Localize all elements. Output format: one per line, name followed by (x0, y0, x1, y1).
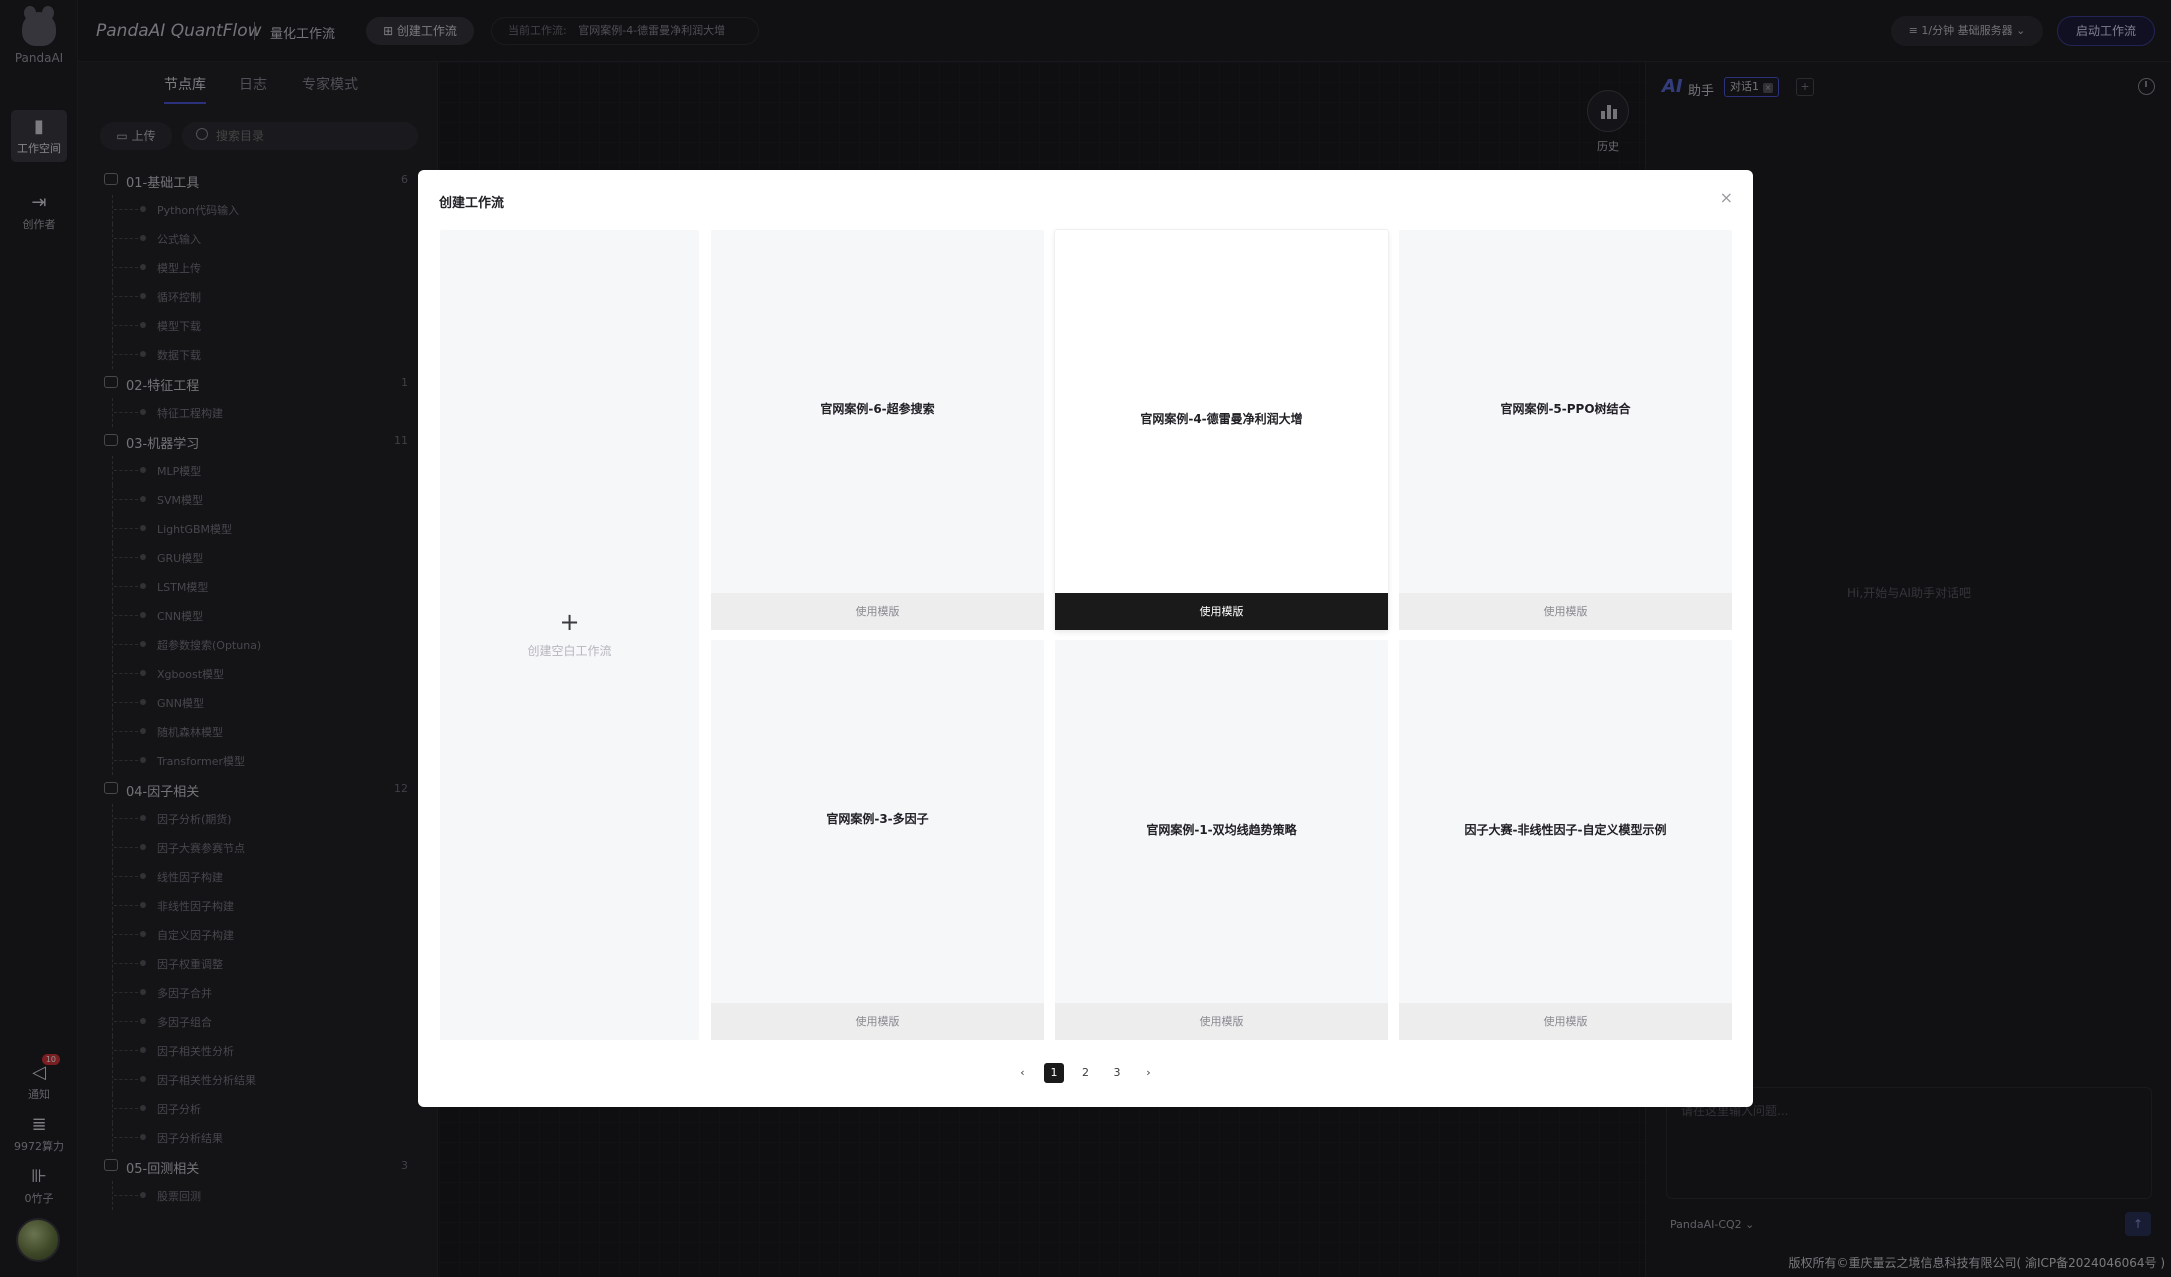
template-card[interactable]: 官网案例-4-德雷曼净利润大增 使用模版 (1055, 230, 1388, 630)
template-name: 官网案例-6-超参搜索 (820, 402, 935, 416)
use-template-button[interactable]: 使用模版 (711, 593, 1044, 630)
page-button-1[interactable]: 1 (1044, 1063, 1064, 1083)
use-template-button[interactable]: 使用模版 (1399, 593, 1732, 630)
create-blank-workflow-card[interactable]: + 创建空白工作流 (440, 230, 699, 1040)
template-name: 官网案例-5-PPO树结合 (1500, 402, 1631, 416)
plus-icon: + (559, 608, 580, 636)
use-template-button[interactable]: 使用模版 (1055, 593, 1388, 630)
template-name: 官网案例-1-双均线趋势策略 (1146, 823, 1297, 837)
close-icon[interactable]: × (1720, 188, 1733, 207)
next-page-button[interactable]: › (1139, 1063, 1159, 1083)
use-template-button[interactable]: 使用模版 (1399, 1003, 1732, 1040)
page-button-2[interactable]: 2 (1076, 1063, 1096, 1083)
template-name: 官网案例-4-德雷曼净利润大增 (1140, 412, 1303, 426)
template-card[interactable]: 官网案例-5-PPO树结合 使用模版 (1399, 230, 1732, 630)
template-name: 官网案例-3-多因子 (826, 812, 929, 826)
prev-page-button[interactable]: ‹ (1013, 1063, 1033, 1083)
template-card[interactable]: 官网案例-1-双均线趋势策略 使用模版 (1055, 640, 1388, 1040)
page-button-3[interactable]: 3 (1107, 1063, 1127, 1083)
pagination: ‹ 1 2 3 › (418, 1063, 1753, 1083)
template-card[interactable]: 因子大赛-非线性因子-自定义模型示例 使用模版 (1399, 640, 1732, 1040)
create-workflow-modal: 创建工作流 × + 创建空白工作流 官网案例-6-超参搜索 使用模版 官网案例-… (418, 170, 1753, 1107)
template-card[interactable]: 官网案例-6-超参搜索 使用模版 (711, 230, 1044, 630)
template-name: 因子大赛-非线性因子-自定义模型示例 (1464, 823, 1667, 837)
use-template-button[interactable]: 使用模版 (711, 1003, 1044, 1040)
blank-workflow-label: 创建空白工作流 (527, 644, 612, 658)
use-template-button[interactable]: 使用模版 (1055, 1003, 1388, 1040)
modal-title: 创建工作流 (439, 196, 505, 211)
template-card[interactable]: 官网案例-3-多因子 使用模版 (711, 640, 1044, 1040)
